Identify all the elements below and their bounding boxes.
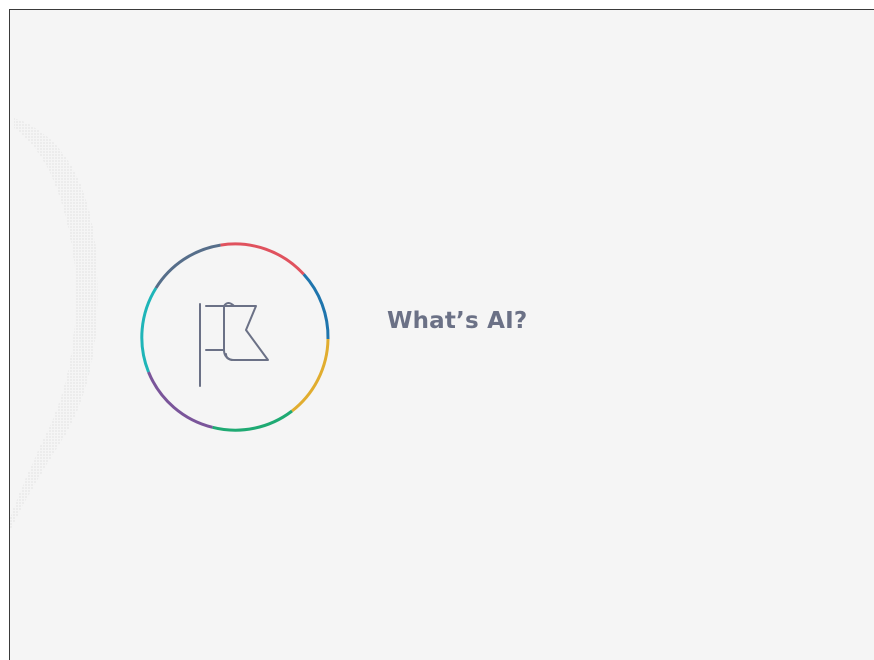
slide-title: What’s AI? <box>387 308 528 334</box>
flag-badge <box>140 242 330 432</box>
flag-icon <box>199 302 269 387</box>
dotted-curve-decoration <box>10 118 98 530</box>
slide: What’s AI? <box>9 9 874 660</box>
